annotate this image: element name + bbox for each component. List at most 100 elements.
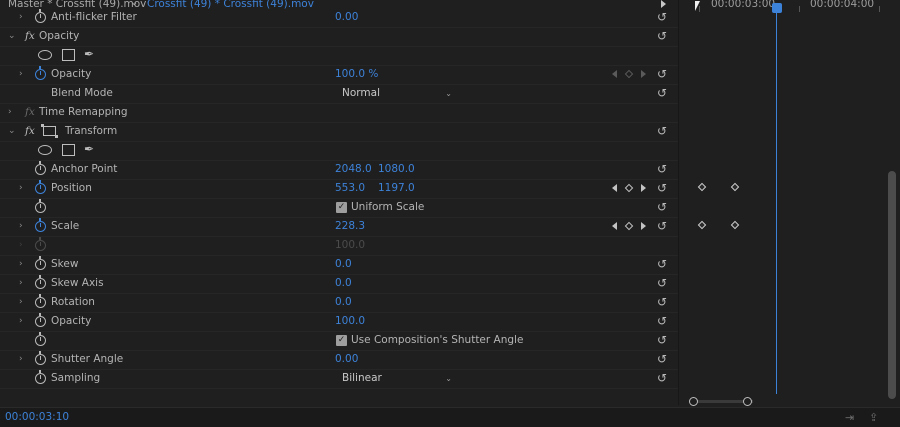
property-value[interactable]: 0.00: [335, 11, 358, 23]
keyframe-icon[interactable]: [697, 220, 707, 230]
show-timeline-toggle-icon[interactable]: [661, 0, 666, 8]
keyframe-icon[interactable]: [730, 182, 740, 192]
stopwatch-icon[interactable]: [35, 161, 46, 175]
reset-icon[interactable]: ↺: [657, 295, 667, 309]
twirl-icon[interactable]: ›: [19, 221, 23, 231]
property-value[interactable]: 0.0: [335, 296, 352, 308]
twirl-icon[interactable]: ›: [19, 12, 23, 22]
twirl-icon[interactable]: ›: [19, 69, 23, 79]
reset-icon[interactable]: ↺: [657, 371, 667, 385]
property-value[interactable]: 100.0: [335, 315, 365, 327]
current-time-display[interactable]: 00:00:03:10: [5, 411, 69, 423]
zoom-handle-right[interactable]: [743, 397, 752, 406]
uniform-scale-checkbox[interactable]: ✓: [336, 202, 347, 213]
row-opacity-transform: › Opacity 100.0 ↺: [0, 313, 678, 332]
keyframe-navigator: [612, 221, 648, 233]
property-value-x[interactable]: 553.0: [335, 182, 365, 194]
checkbox-label: Use Composition's Shutter Angle: [351, 334, 524, 346]
reset-icon[interactable]: ↺: [657, 10, 667, 24]
reset-icon[interactable]: ↺: [657, 314, 667, 328]
stopwatch-icon[interactable]: [35, 351, 46, 365]
twirl-icon[interactable]: ›: [19, 259, 23, 269]
reset-icon[interactable]: ↺: [657, 181, 667, 195]
filter-icon[interactable]: ⇥: [845, 411, 854, 424]
zoom-scrollbar[interactable]: [689, 397, 891, 406]
reset-icon[interactable]: ↺: [657, 333, 667, 347]
twirl-icon[interactable]: ›: [19, 316, 23, 326]
add-keyframe-icon[interactable]: [624, 183, 634, 193]
property-value-y[interactable]: 1197.0: [378, 182, 415, 194]
export-icon[interactable]: ⇪: [869, 411, 878, 424]
stopwatch-icon[interactable]: [35, 66, 46, 80]
reset-icon[interactable]: ↺: [657, 200, 667, 214]
keyframe-icon[interactable]: [730, 220, 740, 230]
stopwatch-icon[interactable]: [35, 294, 46, 308]
pen-mask-icon[interactable]: ✒: [84, 142, 94, 156]
property-value-x[interactable]: 2048.0: [335, 163, 372, 175]
stopwatch-icon[interactable]: [35, 180, 46, 194]
reset-icon[interactable]: ↺: [657, 162, 667, 176]
blend-mode-dropdown[interactable]: Normal ⌄: [336, 86, 458, 101]
keyframe-icon[interactable]: [697, 182, 707, 192]
property-value[interactable]: 100.0 %: [335, 68, 378, 80]
stopwatch-icon[interactable]: [35, 275, 46, 289]
twirl-icon[interactable]: ›: [19, 278, 23, 288]
zoom-handle-left[interactable]: [689, 397, 698, 406]
reset-icon[interactable]: ↺: [657, 86, 667, 100]
twirl-open-icon[interactable]: ⌄: [8, 126, 16, 136]
reset-icon[interactable]: ↺: [657, 276, 667, 290]
row-scale-width: › 100.0: [0, 237, 678, 256]
keyframe-timeline[interactable]: 00:00:03:00 00:00:04:00: [678, 0, 900, 406]
next-keyframe-icon[interactable]: [641, 184, 646, 192]
reset-icon[interactable]: ↺: [657, 124, 667, 138]
fx-icon[interactable]: fx: [25, 125, 35, 137]
property-value-y[interactable]: 1080.0: [378, 163, 415, 175]
comp-shutter-checkbox[interactable]: ✓: [336, 335, 347, 346]
prev-keyframe-icon[interactable]: [612, 184, 617, 192]
ellipse-mask-icon[interactable]: [38, 50, 52, 60]
next-keyframe-icon[interactable]: [641, 70, 646, 78]
property-value[interactable]: 0.00: [335, 353, 358, 365]
sampling-dropdown[interactable]: Bilinear ⌄: [336, 371, 458, 386]
next-keyframe-icon[interactable]: [641, 222, 646, 230]
rectangle-mask-icon[interactable]: [62, 49, 75, 61]
playhead-line: [776, 12, 777, 394]
twirl-icon[interactable]: ›: [19, 183, 23, 193]
playhead-icon[interactable]: [772, 3, 782, 13]
twirl-icon[interactable]: ›: [19, 297, 23, 307]
reset-icon[interactable]: ↺: [657, 257, 667, 271]
reset-icon[interactable]: ↺: [657, 29, 667, 43]
add-keyframe-icon[interactable]: [624, 221, 634, 231]
property-name: Skew Axis: [51, 277, 104, 289]
property-value[interactable]: 0.0: [335, 277, 352, 289]
reset-icon[interactable]: ↺: [657, 67, 667, 81]
reset-icon[interactable]: ↺: [657, 219, 667, 233]
stopwatch-icon[interactable]: [35, 370, 46, 384]
twirl-open-icon[interactable]: ⌄: [8, 31, 16, 41]
stopwatch-icon[interactable]: [35, 199, 46, 213]
mouse-cursor-icon: [695, 1, 700, 11]
fx-icon[interactable]: fx: [25, 106, 35, 118]
reset-icon[interactable]: ↺: [657, 352, 667, 366]
twirl-icon[interactable]: ›: [19, 354, 23, 364]
stopwatch-icon[interactable]: [35, 9, 46, 23]
property-value[interactable]: 0.0: [335, 258, 352, 270]
vertical-scrollbar[interactable]: [888, 171, 896, 399]
property-value[interactable]: 228.3: [335, 220, 365, 232]
ellipse-mask-icon[interactable]: [38, 145, 52, 155]
fx-icon[interactable]: fx: [25, 30, 35, 42]
rectangle-mask-icon[interactable]: [62, 144, 75, 156]
stopwatch-icon[interactable]: [35, 256, 46, 270]
pen-mask-icon[interactable]: ✒: [84, 47, 94, 61]
stopwatch-icon[interactable]: [35, 313, 46, 327]
prev-keyframe-icon[interactable]: [612, 222, 617, 230]
chevron-down-icon[interactable]: ⌄: [130, 0, 138, 8]
row-position: › Position 553.0 1197.0 ↺: [0, 180, 678, 199]
stopwatch-icon[interactable]: [35, 218, 46, 232]
panel-footer: 00:00:03:10 ⇥ ⇪: [0, 407, 900, 427]
twirl-icon[interactable]: ›: [8, 107, 12, 117]
prev-keyframe-icon[interactable]: [612, 70, 617, 78]
row-time-remapping: › fx Time Remapping: [0, 104, 678, 123]
add-keyframe-icon[interactable]: [624, 69, 634, 79]
stopwatch-icon[interactable]: [35, 332, 46, 346]
